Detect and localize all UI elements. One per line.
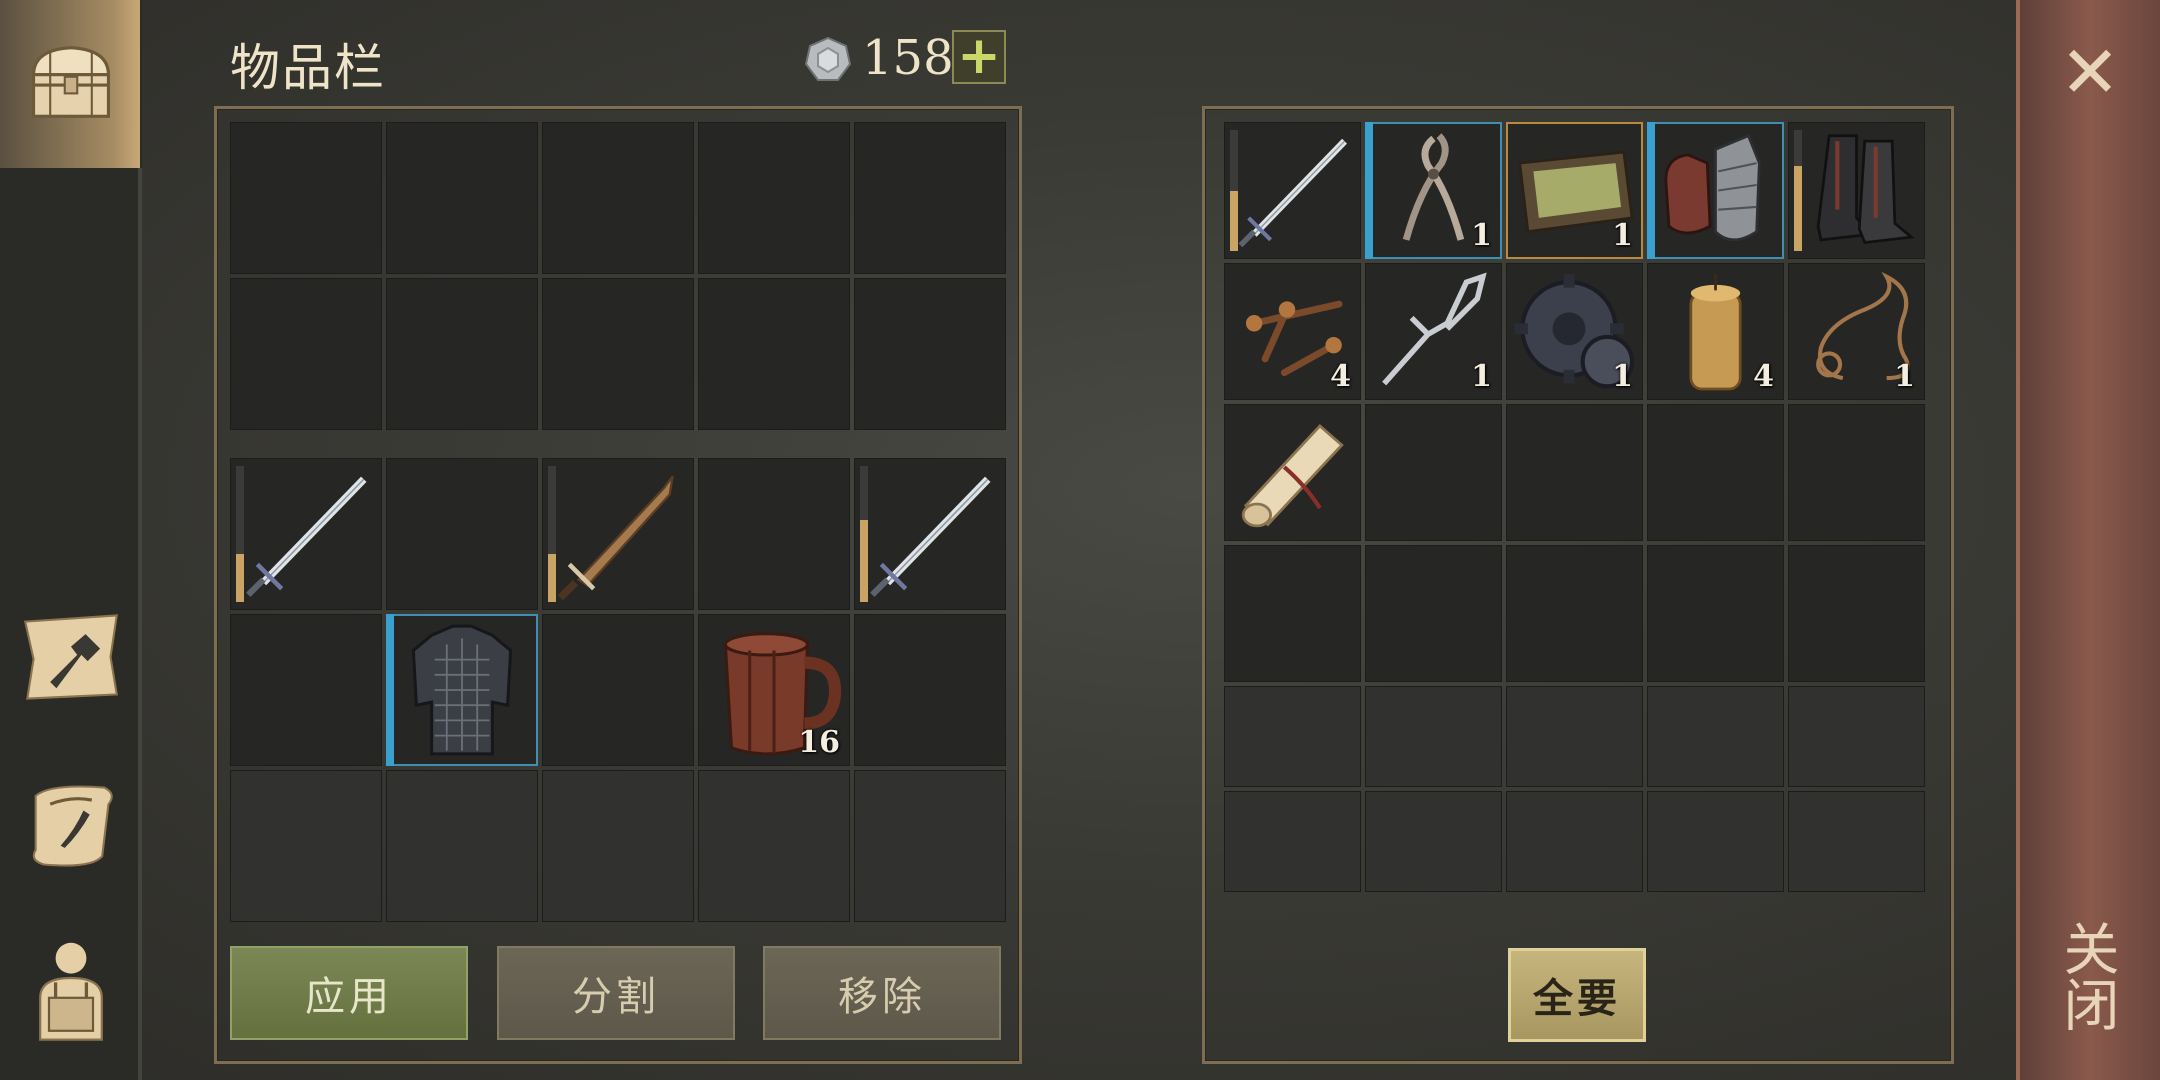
durability-bar [1230, 130, 1238, 251]
container-slot[interactable] [1365, 404, 1502, 541]
container-slot[interactable] [1506, 791, 1643, 892]
item-count: 4 [1753, 359, 1774, 394]
container-slot[interactable] [1506, 545, 1643, 682]
inventory-slot[interactable] [542, 278, 694, 430]
inventory-slot[interactable] [230, 122, 382, 274]
remove-button[interactable]: 移除 [763, 946, 1001, 1040]
inventory-slot[interactable] [386, 122, 538, 274]
durability-bar [236, 466, 244, 602]
durability-bar [548, 466, 556, 602]
chainmail-armor-icon [386, 614, 538, 766]
inventory-slot[interactable] [386, 614, 538, 766]
container-slot[interactable] [1647, 122, 1784, 259]
inventory-grid-bottom: 16 [230, 458, 1006, 922]
inventory-slot[interactable] [386, 278, 538, 430]
container-slot[interactable]: 1 [1788, 263, 1925, 400]
inventory-slot[interactable] [698, 122, 850, 274]
add-currency-button[interactable]: + [952, 30, 1006, 84]
inventory-slot[interactable] [386, 770, 538, 922]
sword-icon [854, 458, 1006, 610]
container-slot[interactable] [1224, 791, 1361, 892]
container-slot[interactable] [1224, 545, 1361, 682]
container-slot[interactable]: 1 [1506, 122, 1643, 259]
container-slot[interactable] [1224, 686, 1361, 787]
chest-icon[interactable] [16, 28, 126, 138]
item-count: 1 [1612, 218, 1633, 253]
inventory-slot[interactable] [698, 278, 850, 430]
inventory-slot[interactable] [230, 278, 382, 430]
container-slot[interactable] [1506, 686, 1643, 787]
inventory-slot[interactable] [386, 458, 538, 610]
sword-icon [230, 458, 382, 610]
inventory-slot[interactable] [230, 770, 382, 922]
container-slot[interactable]: 1 [1506, 263, 1643, 400]
container-grid: 1 1 4 1 1 4 1 [1224, 122, 1925, 892]
inventory-slot[interactable] [542, 614, 694, 766]
durability-bar [1794, 130, 1802, 251]
close-strip[interactable] [2016, 0, 2160, 1080]
sword-icon [1224, 122, 1361, 259]
split-button[interactable]: 分割 [497, 946, 735, 1040]
container-slot[interactable] [1224, 122, 1361, 259]
close-x-icon[interactable]: ✕ [2058, 36, 2122, 108]
hammer-map-icon[interactable] [16, 602, 126, 712]
container-slot[interactable] [1647, 404, 1784, 541]
item-count: 1 [1894, 359, 1915, 394]
container-slot[interactable] [1506, 404, 1643, 541]
container-slot[interactable] [1788, 404, 1925, 541]
container-slot[interactable] [1788, 545, 1925, 682]
container-slot[interactable] [1788, 122, 1925, 259]
currency-amount: 158 [862, 30, 954, 86]
rarity-marker [1647, 122, 1655, 259]
take-all-button[interactable]: 全要 [1508, 948, 1646, 1042]
container-slot[interactable] [1224, 404, 1361, 541]
inventory-slot[interactable] [854, 770, 1006, 922]
inventory-slot[interactable] [698, 458, 850, 610]
inventory-slot[interactable]: 16 [698, 614, 850, 766]
container-slot[interactable]: 1 [1365, 122, 1502, 259]
container-slot[interactable] [1365, 791, 1502, 892]
durability-bar [860, 466, 868, 602]
container-slot[interactable] [1365, 686, 1502, 787]
item-count: 1 [1471, 359, 1492, 394]
sidebar-divider [138, 168, 142, 1080]
inventory-slot[interactable] [854, 458, 1006, 610]
boots-icon [1788, 122, 1925, 259]
scroll-quill-icon[interactable] [16, 770, 126, 880]
inventory-grid-top [230, 122, 1006, 430]
scroll-icon [1224, 404, 1361, 541]
inventory-slot[interactable] [698, 770, 850, 922]
container-slot[interactable]: 4 [1224, 263, 1361, 400]
container-slot[interactable]: 1 [1365, 263, 1502, 400]
close-label[interactable]: 关闭 [2054, 920, 2119, 1032]
bronze-sword-icon [542, 458, 694, 610]
inventory-slot[interactable] [854, 122, 1006, 274]
silver-coin-icon [804, 36, 852, 84]
rarity-marker [386, 614, 394, 766]
gauntlets-icon [1647, 122, 1784, 259]
item-count: 1 [1471, 218, 1492, 253]
container-slot[interactable] [1647, 545, 1784, 682]
container-slot[interactable]: 4 [1647, 263, 1784, 400]
item-count: 4 [1330, 359, 1351, 394]
item-count: 16 [798, 725, 840, 760]
inventory-slot[interactable] [542, 458, 694, 610]
rarity-marker [1365, 122, 1373, 259]
inventory-slot[interactable] [230, 458, 382, 610]
inventory-slot[interactable] [854, 278, 1006, 430]
container-slot[interactable] [1647, 791, 1784, 892]
inventory-slot[interactable] [230, 614, 382, 766]
backpack-character-icon[interactable] [16, 934, 126, 1044]
container-slot[interactable] [1365, 545, 1502, 682]
inventory-slot[interactable] [542, 770, 694, 922]
inventory-slot[interactable] [542, 122, 694, 274]
item-count: 1 [1612, 359, 1633, 394]
page-title: 物品栏 [230, 39, 386, 97]
inventory-slot[interactable] [854, 614, 1006, 766]
container-slot[interactable] [1647, 686, 1784, 787]
container-slot[interactable] [1788, 686, 1925, 787]
container-slot[interactable] [1788, 791, 1925, 892]
apply-button[interactable]: 应用 [230, 946, 468, 1040]
